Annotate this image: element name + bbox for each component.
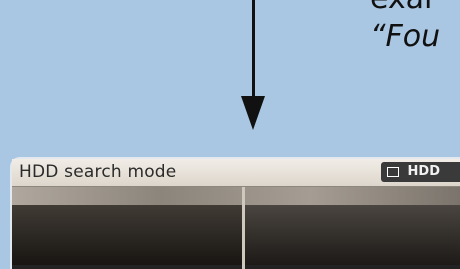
down-arrow-icon	[252, 0, 255, 100]
hdd-icon	[387, 167, 399, 177]
hdd-badge[interactable]: HDD	[381, 162, 460, 182]
caption-line-2: “Fou	[370, 19, 441, 54]
nav-screen: HDD search mode HDD	[12, 159, 460, 269]
header-strip	[12, 187, 460, 205]
screen-titlebar: HDD search mode HDD	[12, 159, 460, 187]
caption-text: exar “Fou	[370, 0, 460, 56]
hdd-badge-label: HDD	[407, 164, 440, 179]
left-panel[interactable]	[12, 205, 242, 265]
arrow-head	[241, 96, 265, 130]
right-panel[interactable]	[245, 205, 460, 265]
caption-line-1: exar	[370, 0, 460, 18]
screen-title: HDD search mode	[19, 162, 177, 182]
